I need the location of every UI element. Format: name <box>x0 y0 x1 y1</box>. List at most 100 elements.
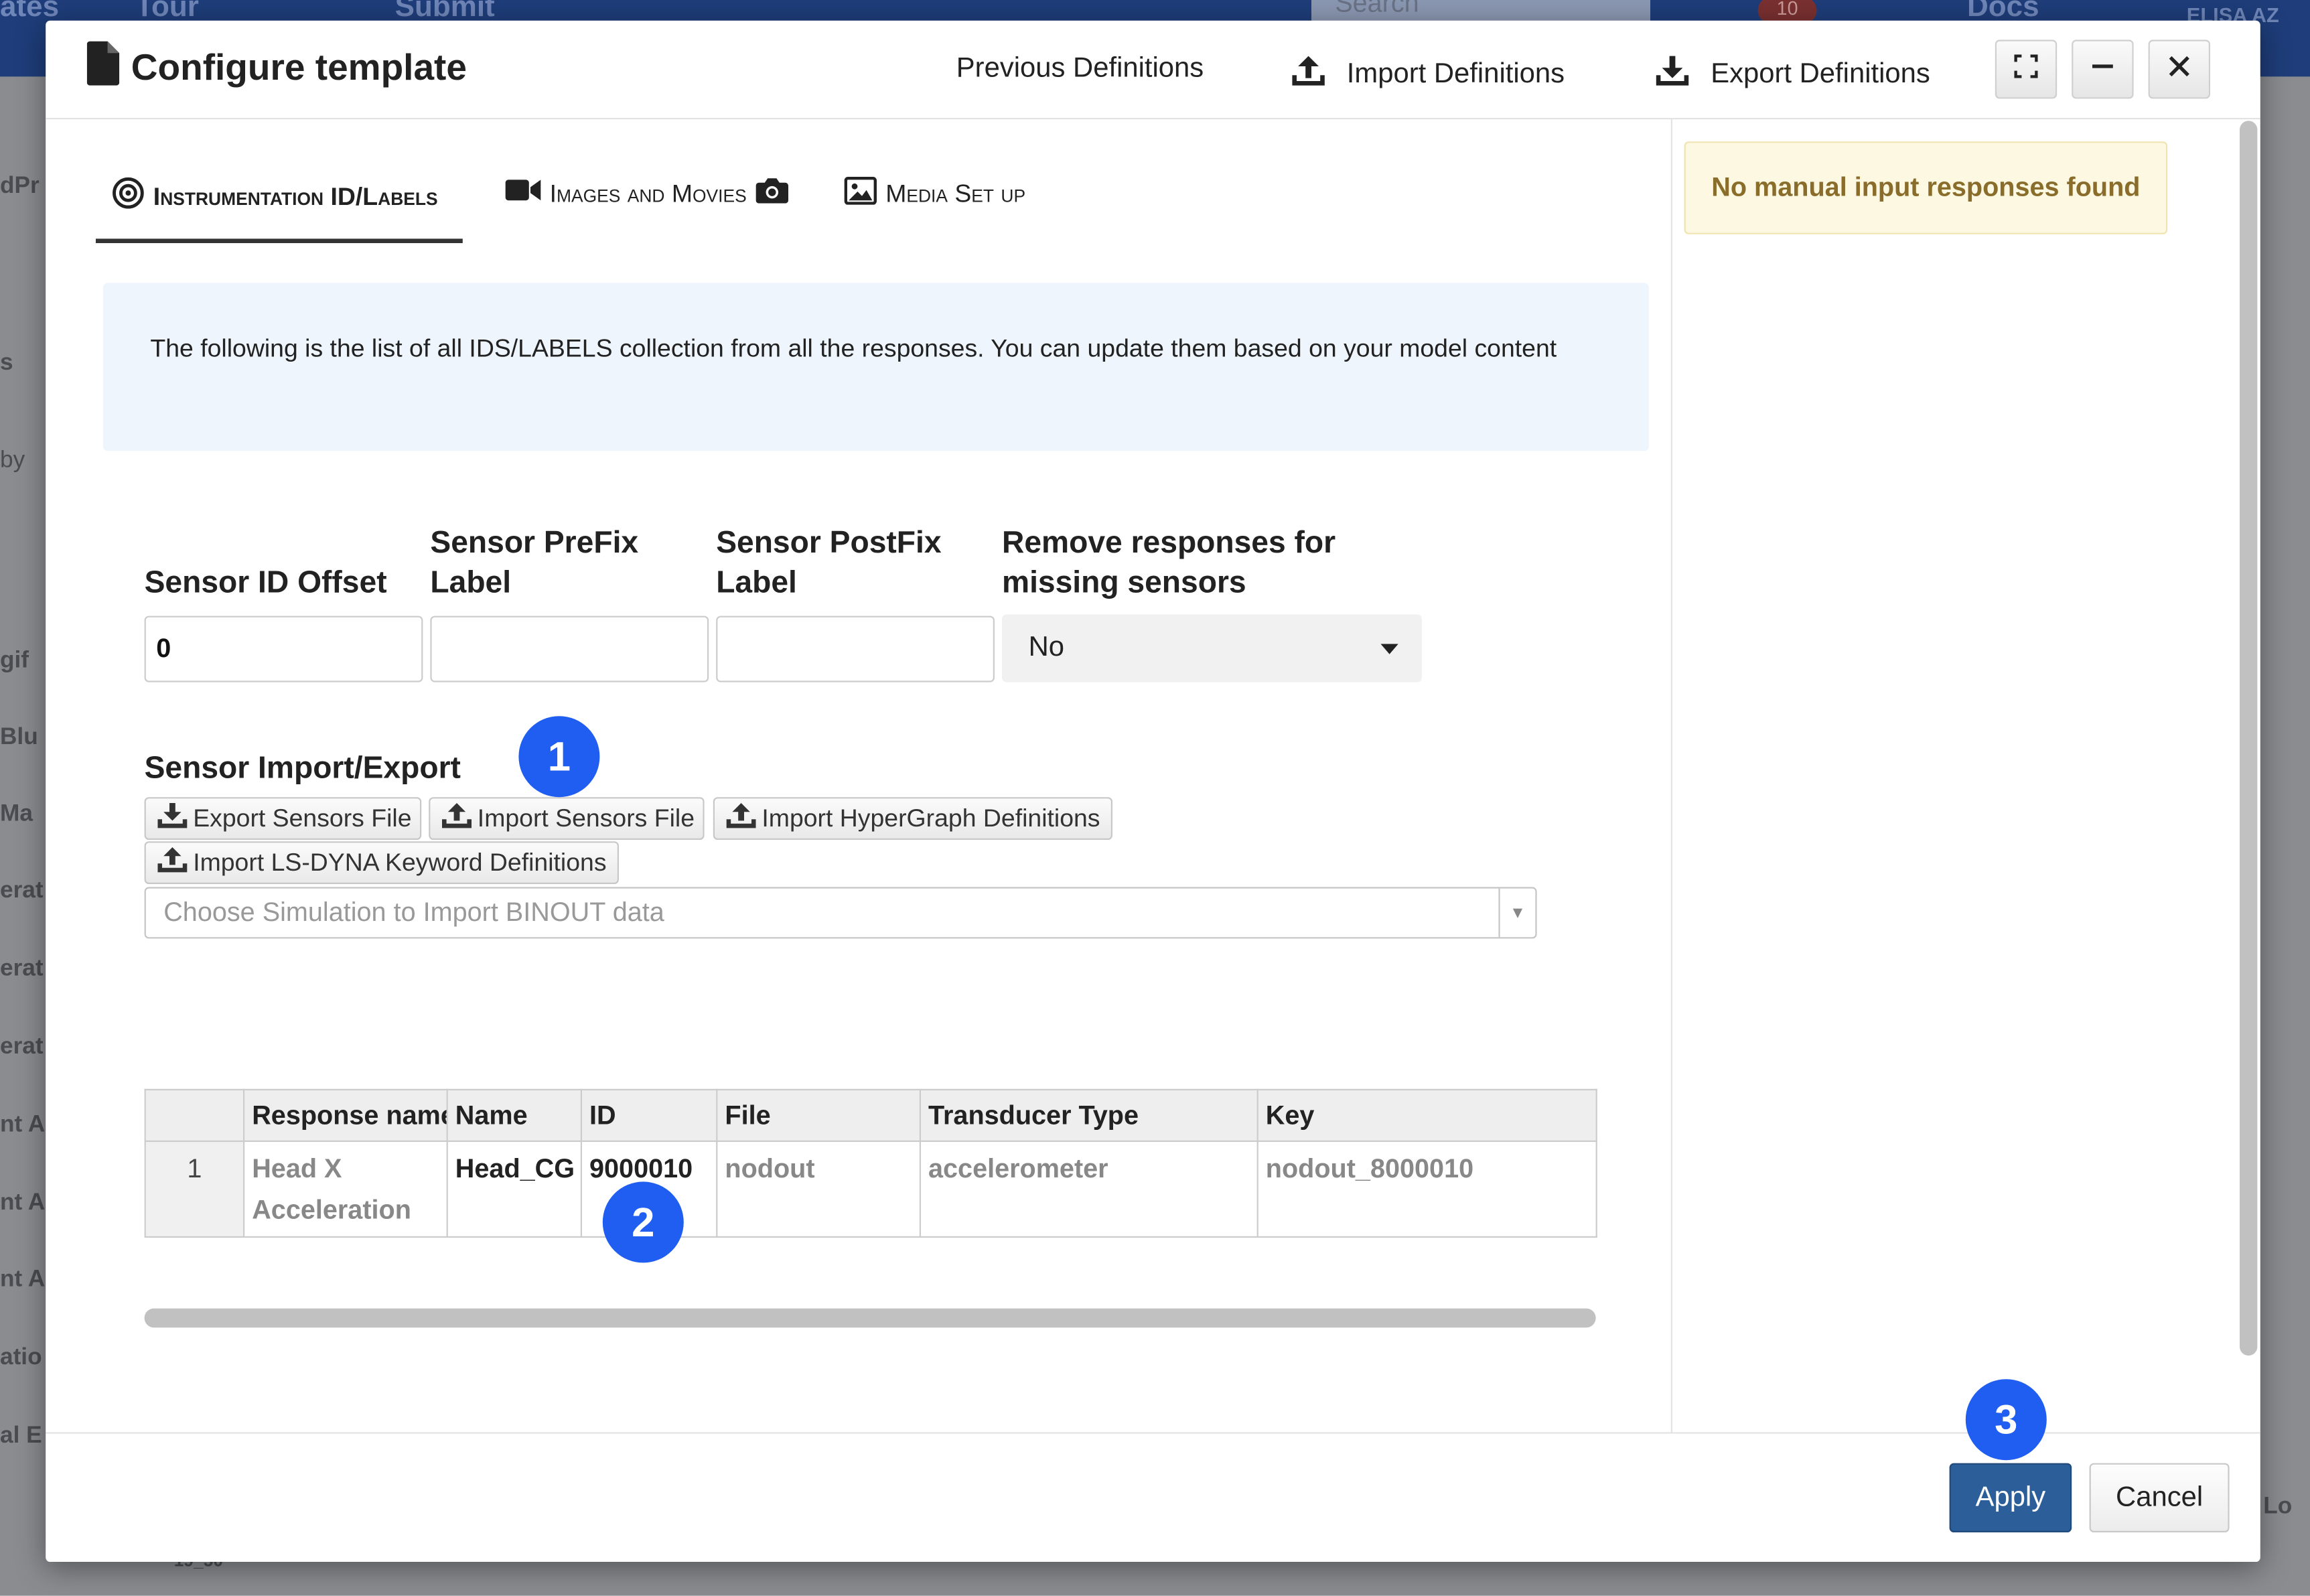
column-header-name[interactable]: Name <box>446 1088 583 1143</box>
import-definitions-label: Import Definitions <box>1346 59 1565 90</box>
background-fragment: Lo <box>2263 1494 2293 1520</box>
tab-images-movies-label: Images and Movies <box>549 179 747 208</box>
background-fragment: gif <box>0 648 29 674</box>
target-icon <box>112 177 144 216</box>
upload-icon <box>726 801 756 837</box>
expand-icon <box>2014 54 2038 84</box>
import-hypergraph-label: Import HyperGraph Definitions <box>762 804 1100 832</box>
export-definitions-label: Export Definitions <box>1711 59 1930 90</box>
info-message: The following is the list of all IDS/LAB… <box>103 283 1649 451</box>
sensor-prefix-label-line1: Sensor PreFix <box>430 526 639 560</box>
background-fragment: al E <box>0 1423 42 1449</box>
step-marker-3: 3 <box>1965 1379 2047 1461</box>
import-hypergraph-button[interactable]: Import HyperGraph Definitions <box>713 797 1112 840</box>
active-tab-indicator <box>96 238 463 243</box>
background-fragment: erat <box>0 956 44 982</box>
transducer-type-cell[interactable]: accelerometer <box>919 1140 1258 1238</box>
close-button[interactable] <box>2148 40 2210 99</box>
sensor-prefix-label-line2: Label <box>430 565 512 600</box>
minimize-button[interactable] <box>2072 40 2134 99</box>
import-lsdyna-button[interactable]: Import LS-DYNA Keyword Definitions <box>144 841 620 884</box>
export-sensors-button[interactable]: Export Sensors File <box>144 797 422 840</box>
sensor-prefix-input[interactable] <box>430 615 709 682</box>
tab-instrumentation[interactable]: Instrumentation ID/Labels <box>112 177 438 216</box>
background-fragment: atio <box>0 1345 42 1370</box>
dialog-title-text: Configure template <box>131 47 467 88</box>
caret-down-icon <box>1380 632 1398 664</box>
export-definitions-link[interactable]: Export Definitions <box>1655 53 1930 97</box>
background-fragment: erat <box>0 1034 44 1060</box>
remove-responses-label: Remove responses for missing sensors <box>1002 523 1336 603</box>
upload-icon <box>442 801 472 837</box>
dialog-footer <box>46 1432 2260 1562</box>
import-lsdyna-label: Import LS-DYNA Keyword Definitions <box>193 848 607 876</box>
previous-definitions-label: Previous Definitions <box>956 53 1204 84</box>
file-icon <box>86 41 120 96</box>
download-icon <box>157 801 188 837</box>
remove-responses-value: No <box>1028 632 1065 663</box>
key-cell[interactable]: nodout_8000010 <box>1256 1140 1597 1238</box>
no-manual-input-alert: No manual input responses found <box>1684 141 2168 234</box>
responses-table: Response name Name ID File Transducer Ty… <box>144 1088 1597 1238</box>
background-fragment: by <box>0 447 25 474</box>
background-fragment: dPr <box>0 173 40 199</box>
upload-icon <box>1291 53 1326 97</box>
sidebar-divider <box>1670 118 1672 1433</box>
tab-media-setup[interactable]: Media Set up <box>844 177 1026 212</box>
triangle-down-icon: ▼ <box>1510 903 1526 922</box>
binout-simulation-select[interactable]: Choose Simulation to Import BINOUT data … <box>144 887 1537 939</box>
column-header-id[interactable]: ID <box>580 1088 718 1143</box>
step-marker-1: 1 <box>518 716 600 798</box>
response-name-cell[interactable]: Head X Acceleration <box>243 1140 448 1238</box>
table-row: 1 Head X Acceleration Head_CG 9000010 no… <box>144 1140 1597 1238</box>
background-fragment: Blu <box>0 725 38 750</box>
dialog-vertical-scrollbar[interactable] <box>2240 121 2258 1356</box>
response-name-line2: Acceleration <box>252 1195 411 1225</box>
table-horizontal-scrollbar[interactable] <box>144 1308 1596 1328</box>
combo-dropdown-arrow[interactable]: ▼ <box>1498 888 1535 938</box>
screen: ates Tour Submit Search 10 Docs ELISA AZ… <box>0 0 2310 1596</box>
import-definitions-link[interactable]: Import Definitions <box>1291 53 1565 97</box>
dialog-header: Configure template Previous Definitions … <box>46 21 2260 120</box>
previous-definitions-link[interactable]: Previous Definitions <box>956 53 1204 85</box>
binout-placeholder: Choose Simulation to Import BINOUT data <box>163 897 664 927</box>
minus-icon <box>2091 54 2114 84</box>
close-icon <box>2169 55 2189 84</box>
name-cell[interactable]: Head_CG <box>446 1140 583 1238</box>
dialog-title: Configure template <box>86 41 467 96</box>
tab-instrumentation-label: Instrumentation ID/Labels <box>153 182 438 210</box>
background-fragment: nt A <box>0 1267 46 1293</box>
cancel-button[interactable]: Cancel <box>2089 1463 2230 1532</box>
tab-media-setup-label: Media Set up <box>885 179 1026 208</box>
sensor-postfix-label: Sensor PostFix Label <box>716 523 941 603</box>
file-cell[interactable]: nodout <box>716 1140 922 1238</box>
background-fragment: nt A <box>0 1112 46 1138</box>
column-header-file[interactable]: File <box>716 1088 922 1143</box>
step-marker-2: 2 <box>602 1181 684 1263</box>
upload-icon <box>157 845 188 881</box>
response-name-line1: Head X <box>252 1153 342 1183</box>
sensor-postfix-label-line2: Label <box>716 565 797 600</box>
remove-responses-select[interactable]: No <box>1002 614 1422 682</box>
video-camera-icon <box>505 177 541 211</box>
sensor-id-offset-label: Sensor ID Offset <box>144 565 387 600</box>
image-icon <box>844 177 877 212</box>
background-fragment: erat <box>0 878 44 903</box>
background-fragment: s <box>0 350 13 376</box>
configure-template-dialog: Configure template Previous Definitions … <box>46 20 2260 1562</box>
row-number-cell: 1 <box>144 1140 245 1238</box>
tab-images-movies[interactable]: Images and Movies <box>505 177 788 211</box>
maximize-button[interactable] <box>1995 40 2058 99</box>
column-header-key[interactable]: Key <box>1256 1088 1597 1143</box>
background-fragment: nt A <box>0 1190 46 1216</box>
column-header-response-name[interactable]: Response name <box>243 1088 448 1143</box>
download-icon <box>1655 53 1690 97</box>
remove-responses-label-line1: Remove responses for <box>1002 526 1336 560</box>
apply-button[interactable]: Apply <box>1949 1463 2072 1532</box>
sensor-postfix-input[interactable] <box>716 615 995 682</box>
import-sensors-label: Import Sensors File <box>477 804 695 832</box>
remove-responses-label-line2: missing sensors <box>1002 565 1246 600</box>
import-sensors-button[interactable]: Import Sensors File <box>429 797 705 840</box>
sensor-id-offset-input[interactable] <box>144 615 423 682</box>
column-header-transducer-type[interactable]: Transducer Type <box>919 1088 1258 1143</box>
